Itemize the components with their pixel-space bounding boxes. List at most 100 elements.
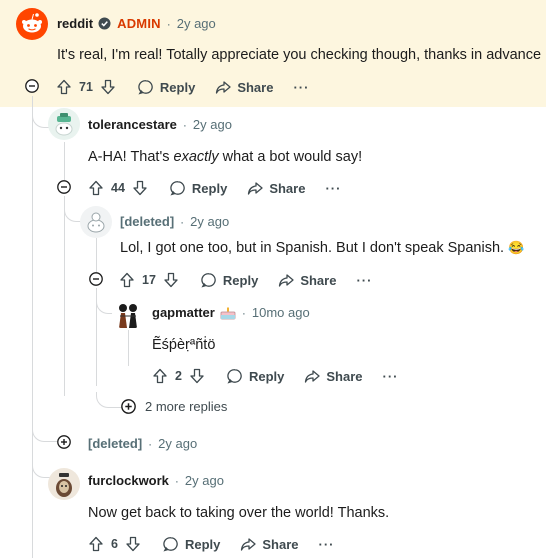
vote-group: 17 <box>119 272 179 288</box>
share-button[interactable]: Share <box>240 536 299 552</box>
more-replies-button[interactable]: 2 more replies <box>121 399 227 414</box>
comment-bubble-icon <box>170 181 185 196</box>
thread-line-l3-top <box>128 326 129 366</box>
reply-label: Reply <box>184 536 221 552</box>
comment-actions: 44 Reply Share ··· <box>88 178 341 198</box>
laughing-emoji-icon: 😂 <box>508 240 525 255</box>
share-arrow-icon <box>248 182 263 195</box>
timestamp[interactable]: 2y ago <box>185 473 224 488</box>
downvote-icon[interactable] <box>100 79 116 95</box>
upvote-icon[interactable] <box>152 368 168 384</box>
reply-label: Reply <box>248 368 285 384</box>
author-name[interactable]: tolerancestare <box>88 117 177 132</box>
snoo-avatar-icon <box>55 113 73 136</box>
separator-dot: · <box>241 305 246 320</box>
timestamp[interactable]: 2y ago <box>158 436 197 451</box>
share-label: Share <box>269 180 306 196</box>
avatar[interactable] <box>80 206 112 238</box>
author-name: [deleted] <box>88 436 143 451</box>
share-button[interactable]: Share <box>215 79 273 95</box>
author-name[interactable]: furclockwork <box>88 473 169 488</box>
thread-line-l2-top <box>96 238 97 272</box>
comment-bubble-icon <box>227 369 242 384</box>
downvote-icon[interactable] <box>132 180 148 196</box>
vote-count: 44 <box>111 181 125 195</box>
avatar[interactable] <box>48 468 80 500</box>
avatar[interactable] <box>48 108 80 140</box>
branch-curve <box>32 462 50 478</box>
share-label: Share <box>326 368 363 384</box>
branch-curve <box>96 392 122 408</box>
snoo-avatar-icon <box>56 473 72 497</box>
separator-dot: · <box>174 473 179 488</box>
reply-label: Reply <box>222 272 259 288</box>
collapse-toggle[interactable] <box>89 272 103 286</box>
more-options-button[interactable]: ··· <box>383 369 399 384</box>
share-button[interactable]: Share <box>247 180 305 196</box>
reply-button[interactable]: Reply <box>138 79 195 95</box>
reply-button[interactable]: Reply <box>227 368 284 384</box>
reply-label: Reply <box>159 79 196 95</box>
share-arrow-icon <box>241 538 257 551</box>
vote-count: 6 <box>111 537 118 551</box>
admin-shield-icon <box>98 17 111 30</box>
comment-actions: 71 Reply Share ··· <box>56 77 309 97</box>
comment-bubble-icon <box>201 273 216 288</box>
share-arrow-icon <box>279 274 294 287</box>
avatar[interactable] <box>16 8 48 40</box>
upvote-icon[interactable] <box>56 79 72 95</box>
more-options-button[interactable]: ··· <box>319 537 335 552</box>
upvote-icon[interactable] <box>119 272 135 288</box>
comment-meta: gapmatter · 10mo ago <box>152 305 310 320</box>
snoo-avatar-icon <box>119 304 137 328</box>
more-options-button[interactable]: ··· <box>356 273 372 288</box>
comment-body: Lol, I got one too, but in Spanish. But … <box>120 240 524 256</box>
body-text-part: Lol, I got one too, but in Spanish. But … <box>120 240 505 256</box>
collapse-toggle[interactable] <box>25 79 39 93</box>
upvote-icon[interactable] <box>88 180 104 196</box>
reply-button[interactable]: Reply <box>170 180 227 196</box>
more-replies-label: 2 more replies <box>145 399 228 414</box>
timestamp[interactable]: 10mo ago <box>252 305 310 320</box>
author-name[interactable]: reddit <box>57 16 93 31</box>
thread-line-l1-top <box>64 142 65 180</box>
share-button[interactable]: Share <box>278 272 336 288</box>
share-button[interactable]: Share <box>304 368 363 384</box>
cake-icon <box>220 306 236 320</box>
default-snoo-icon <box>87 212 105 233</box>
minus-circle-icon <box>89 272 103 286</box>
comment-bubble-icon <box>138 80 153 95</box>
collapse-toggle[interactable] <box>57 180 71 194</box>
share-arrow-icon <box>216 81 231 94</box>
avatar[interactable] <box>112 298 144 330</box>
comment-actions: 17 Reply Share ··· <box>119 270 372 290</box>
reply-label: Reply <box>191 180 228 196</box>
more-options-button[interactable]: ··· <box>293 80 309 95</box>
comment-body: It's real, I'm real! Totally appreciate … <box>57 47 542 63</box>
more-options-button[interactable]: ··· <box>325 181 341 196</box>
reply-button[interactable]: Reply <box>163 536 220 552</box>
vote-count: 71 <box>79 80 93 94</box>
comment-bubble-icon <box>163 537 178 552</box>
expand-toggle[interactable] <box>57 435 71 449</box>
author-name[interactable]: gapmatter <box>152 305 215 320</box>
share-label: Share <box>237 79 274 95</box>
separator-dot: · <box>166 16 171 31</box>
timestamp[interactable]: 2y ago <box>193 117 232 132</box>
plus-circle-icon <box>57 435 71 449</box>
branch-curve <box>32 426 58 442</box>
downvote-icon[interactable] <box>189 368 205 384</box>
vote-count: 2 <box>175 369 182 383</box>
downvote-icon[interactable] <box>125 536 141 552</box>
upvote-icon[interactable] <box>88 536 104 552</box>
timestamp[interactable]: 2y ago <box>190 214 229 229</box>
downvote-icon[interactable] <box>163 272 179 288</box>
comment-body: A-HA! That's exactly what a bot would sa… <box>88 149 362 165</box>
vote-count: 17 <box>142 273 156 287</box>
comment-meta: [deleted] · 2y ago <box>120 214 229 229</box>
author-name: [deleted] <box>120 214 175 229</box>
comment-body: Ẽśṕèṛªñṫö <box>152 337 216 353</box>
timestamp[interactable]: 2y ago <box>177 16 216 31</box>
reply-button[interactable]: Reply <box>201 272 258 288</box>
vote-group: 2 <box>152 368 205 384</box>
